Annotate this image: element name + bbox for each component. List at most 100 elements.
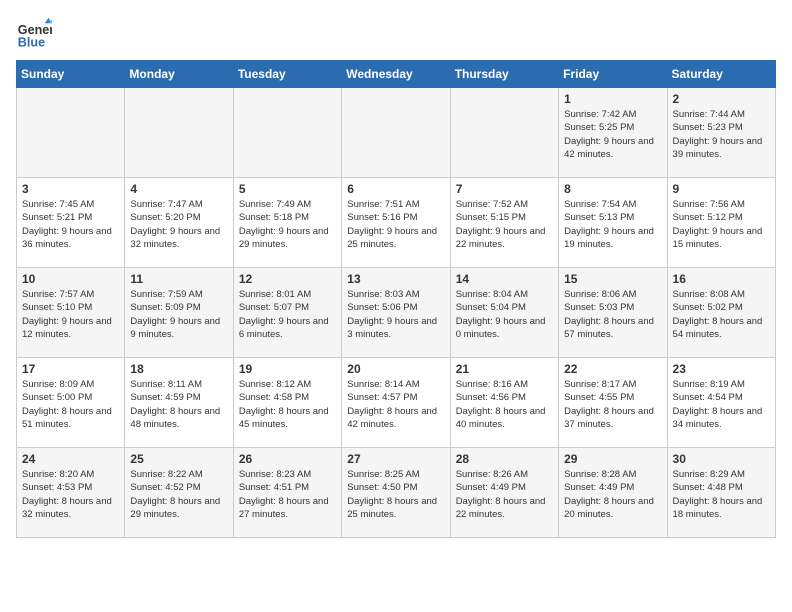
weekday-header-friday: Friday [559, 61, 667, 88]
day-number: 6 [347, 182, 444, 196]
calendar-cell: 15 Sunrise: 8:06 AM Sunset: 5:03 PM Dayli… [559, 268, 667, 358]
day-info: Sunrise: 7:49 AM Sunset: 5:18 PM Dayligh… [239, 198, 336, 251]
calendar-cell: 8 Sunrise: 7:54 AM Sunset: 5:13 PM Daylig… [559, 178, 667, 268]
day-info: Sunrise: 7:56 AM Sunset: 5:12 PM Dayligh… [673, 198, 770, 251]
calendar-cell: 17Sunrise: 8:09 AM Sunset: 5:00 PM Dayli… [17, 358, 125, 448]
day-info: Sunrise: 7:59 AM Sunset: 5:09 PM Dayligh… [130, 288, 227, 341]
day-info: Sunrise: 8:09 AM Sunset: 5:00 PM Dayligh… [22, 378, 119, 431]
day-number: 29 [564, 452, 661, 466]
calendar-cell: 14Sunrise: 8:04 AM Sunset: 5:04 PM Dayli… [450, 268, 558, 358]
calendar-cell: 21 Sunrise: 8:16 AM Sunset: 4:56 PM Dayli… [450, 358, 558, 448]
day-number: 19 [239, 362, 336, 376]
day-info: Sunrise: 7:47 AM Sunset: 5:20 PM Dayligh… [130, 198, 227, 251]
day-info: Sunrise: 8:17 AM Sunset: 4:55 PM Dayligh… [564, 378, 661, 431]
day-info: Sunrise: 7:54 AM Sunset: 5:13 PM Dayligh… [564, 198, 661, 251]
day-info: Sunrise: 8:22 AM Sunset: 4:52 PM Dayligh… [130, 468, 227, 521]
calendar-table: SundayMondayTuesdayWednesdayThursdayFrid… [16, 60, 776, 538]
weekday-header-saturday: Saturday [667, 61, 775, 88]
day-number: 23 [673, 362, 770, 376]
calendar-cell: 6 Sunrise: 7:51 AM Sunset: 5:16 PM Daylig… [342, 178, 450, 268]
calendar-cell: 5 Sunrise: 7:49 AM Sunset: 5:18 PM Daylig… [233, 178, 341, 268]
day-number: 8 [564, 182, 661, 196]
calendar-cell: 10 Sunrise: 7:57 AM Sunset: 5:10 PM Dayli… [17, 268, 125, 358]
day-number: 26 [239, 452, 336, 466]
calendar-cell: 4 Sunrise: 7:47 AM Sunset: 5:20 PM Daylig… [125, 178, 233, 268]
calendar-cell: 3 Sunrise: 7:45 AM Sunset: 5:21 PM Daylig… [17, 178, 125, 268]
calendar-cell: 16 Sunrise: 8:08 AM Sunset: 5:02 PM Dayli… [667, 268, 775, 358]
day-number: 3 [22, 182, 119, 196]
day-info: Sunrise: 8:19 AM Sunset: 4:54 PM Dayligh… [673, 378, 770, 431]
day-number: 1 [564, 92, 661, 106]
day-info: Sunrise: 8:08 AM Sunset: 5:02 PM Dayligh… [673, 288, 770, 341]
calendar-cell: 27 Sunrise: 8:25 AM Sunset: 4:50 PM Dayli… [342, 448, 450, 538]
day-info: Sunrise: 8:11 AM Sunset: 4:59 PM Dayligh… [130, 378, 227, 431]
logo-icon: General Blue [16, 16, 52, 52]
day-number: 4 [130, 182, 227, 196]
calendar-cell: 9 Sunrise: 7:56 AM Sunset: 5:12 PM Daylig… [667, 178, 775, 268]
day-number: 11 [130, 272, 227, 286]
calendar-cell: 11 Sunrise: 7:59 AM Sunset: 5:09 PM Dayli… [125, 268, 233, 358]
day-info: Sunrise: 8:25 AM Sunset: 4:50 PM Dayligh… [347, 468, 444, 521]
logo: General Blue [16, 16, 52, 52]
calendar-cell: 1 Sunrise: 7:42 AM Sunset: 5:25 PM Daylig… [559, 88, 667, 178]
calendar-cell: 25 Sunrise: 8:22 AM Sunset: 4:52 PM Dayli… [125, 448, 233, 538]
calendar-cell: 13 Sunrise: 8:03 AM Sunset: 5:06 PM Dayli… [342, 268, 450, 358]
calendar-cell: 12 Sunrise: 8:01 AM Sunset: 5:07 PM Dayli… [233, 268, 341, 358]
day-info: Sunrise: 8:14 AM Sunset: 4:57 PM Dayligh… [347, 378, 444, 431]
day-number: 27 [347, 452, 444, 466]
weekday-header-sunday: Sunday [17, 61, 125, 88]
day-info: Sunrise: 7:42 AM Sunset: 5:25 PM Dayligh… [564, 108, 661, 161]
day-info: Sunrise: 8:01 AM Sunset: 5:07 PM Dayligh… [239, 288, 336, 341]
page-header: General Blue [16, 16, 776, 52]
calendar-cell: 22 Sunrise: 8:17 AM Sunset: 4:55 PM Dayli… [559, 358, 667, 448]
day-info: Sunrise: 8:29 AM Sunset: 4:48 PM Dayligh… [673, 468, 770, 521]
day-info: Sunrise: 8:03 AM Sunset: 5:06 PM Dayligh… [347, 288, 444, 341]
day-number: 22 [564, 362, 661, 376]
calendar-cell: 18 Sunrise: 8:11 AM Sunset: 4:59 PM Dayli… [125, 358, 233, 448]
calendar-cell: 29 Sunrise: 8:28 AM Sunset: 4:49 PM Dayli… [559, 448, 667, 538]
day-info: Sunrise: 8:04 AM Sunset: 5:04 PM Dayligh… [456, 288, 553, 341]
calendar-cell: 26Sunrise: 8:23 AM Sunset: 4:51 PM Dayli… [233, 448, 341, 538]
weekday-header-wednesday: Wednesday [342, 61, 450, 88]
calendar-cell [450, 88, 558, 178]
day-number: 28 [456, 452, 553, 466]
day-number: 7 [456, 182, 553, 196]
day-info: Sunrise: 8:26 AM Sunset: 4:49 PM Dayligh… [456, 468, 553, 521]
day-info: Sunrise: 7:52 AM Sunset: 5:15 PM Dayligh… [456, 198, 553, 251]
day-number: 13 [347, 272, 444, 286]
calendar-cell: 24 Sunrise: 8:20 AM Sunset: 4:53 PM Dayli… [17, 448, 125, 538]
day-number: 16 [673, 272, 770, 286]
day-info: Sunrise: 8:12 AM Sunset: 4:58 PM Dayligh… [239, 378, 336, 431]
day-number: 24 [22, 452, 119, 466]
day-number: 30 [673, 452, 770, 466]
day-number: 25 [130, 452, 227, 466]
day-info: Sunrise: 8:06 AM Sunset: 5:03 PM Dayligh… [564, 288, 661, 341]
day-number: 12 [239, 272, 336, 286]
day-info: Sunrise: 8:20 AM Sunset: 4:53 PM Dayligh… [22, 468, 119, 521]
day-number: 9 [673, 182, 770, 196]
calendar-cell [342, 88, 450, 178]
weekday-header-thursday: Thursday [450, 61, 558, 88]
day-info: Sunrise: 7:44 AM Sunset: 5:23 PM Dayligh… [673, 108, 770, 161]
day-number: 10 [22, 272, 119, 286]
calendar-cell: 20 Sunrise: 8:14 AM Sunset: 4:57 PM Dayli… [342, 358, 450, 448]
calendar-cell [17, 88, 125, 178]
day-info: Sunrise: 7:51 AM Sunset: 5:16 PM Dayligh… [347, 198, 444, 251]
day-number: 5 [239, 182, 336, 196]
day-number: 18 [130, 362, 227, 376]
day-info: Sunrise: 8:16 AM Sunset: 4:56 PM Dayligh… [456, 378, 553, 431]
calendar-cell: 19 Sunrise: 8:12 AM Sunset: 4:58 PM Dayli… [233, 358, 341, 448]
weekday-header-monday: Monday [125, 61, 233, 88]
svg-text:Blue: Blue [18, 36, 45, 50]
day-info: Sunrise: 8:28 AM Sunset: 4:49 PM Dayligh… [564, 468, 661, 521]
day-number: 21 [456, 362, 553, 376]
calendar-cell: 23 Sunrise: 8:19 AM Sunset: 4:54 PM Dayli… [667, 358, 775, 448]
calendar-cell: 30 Sunrise: 8:29 AM Sunset: 4:48 PM Dayli… [667, 448, 775, 538]
day-info: Sunrise: 7:57 AM Sunset: 5:10 PM Dayligh… [22, 288, 119, 341]
calendar-cell: 2Sunrise: 7:44 AM Sunset: 5:23 PM Daylig… [667, 88, 775, 178]
day-number: 20 [347, 362, 444, 376]
calendar-cell [125, 88, 233, 178]
calendar-cell [233, 88, 341, 178]
day-info: Sunrise: 7:45 AM Sunset: 5:21 PM Dayligh… [22, 198, 119, 251]
day-number: 15 [564, 272, 661, 286]
